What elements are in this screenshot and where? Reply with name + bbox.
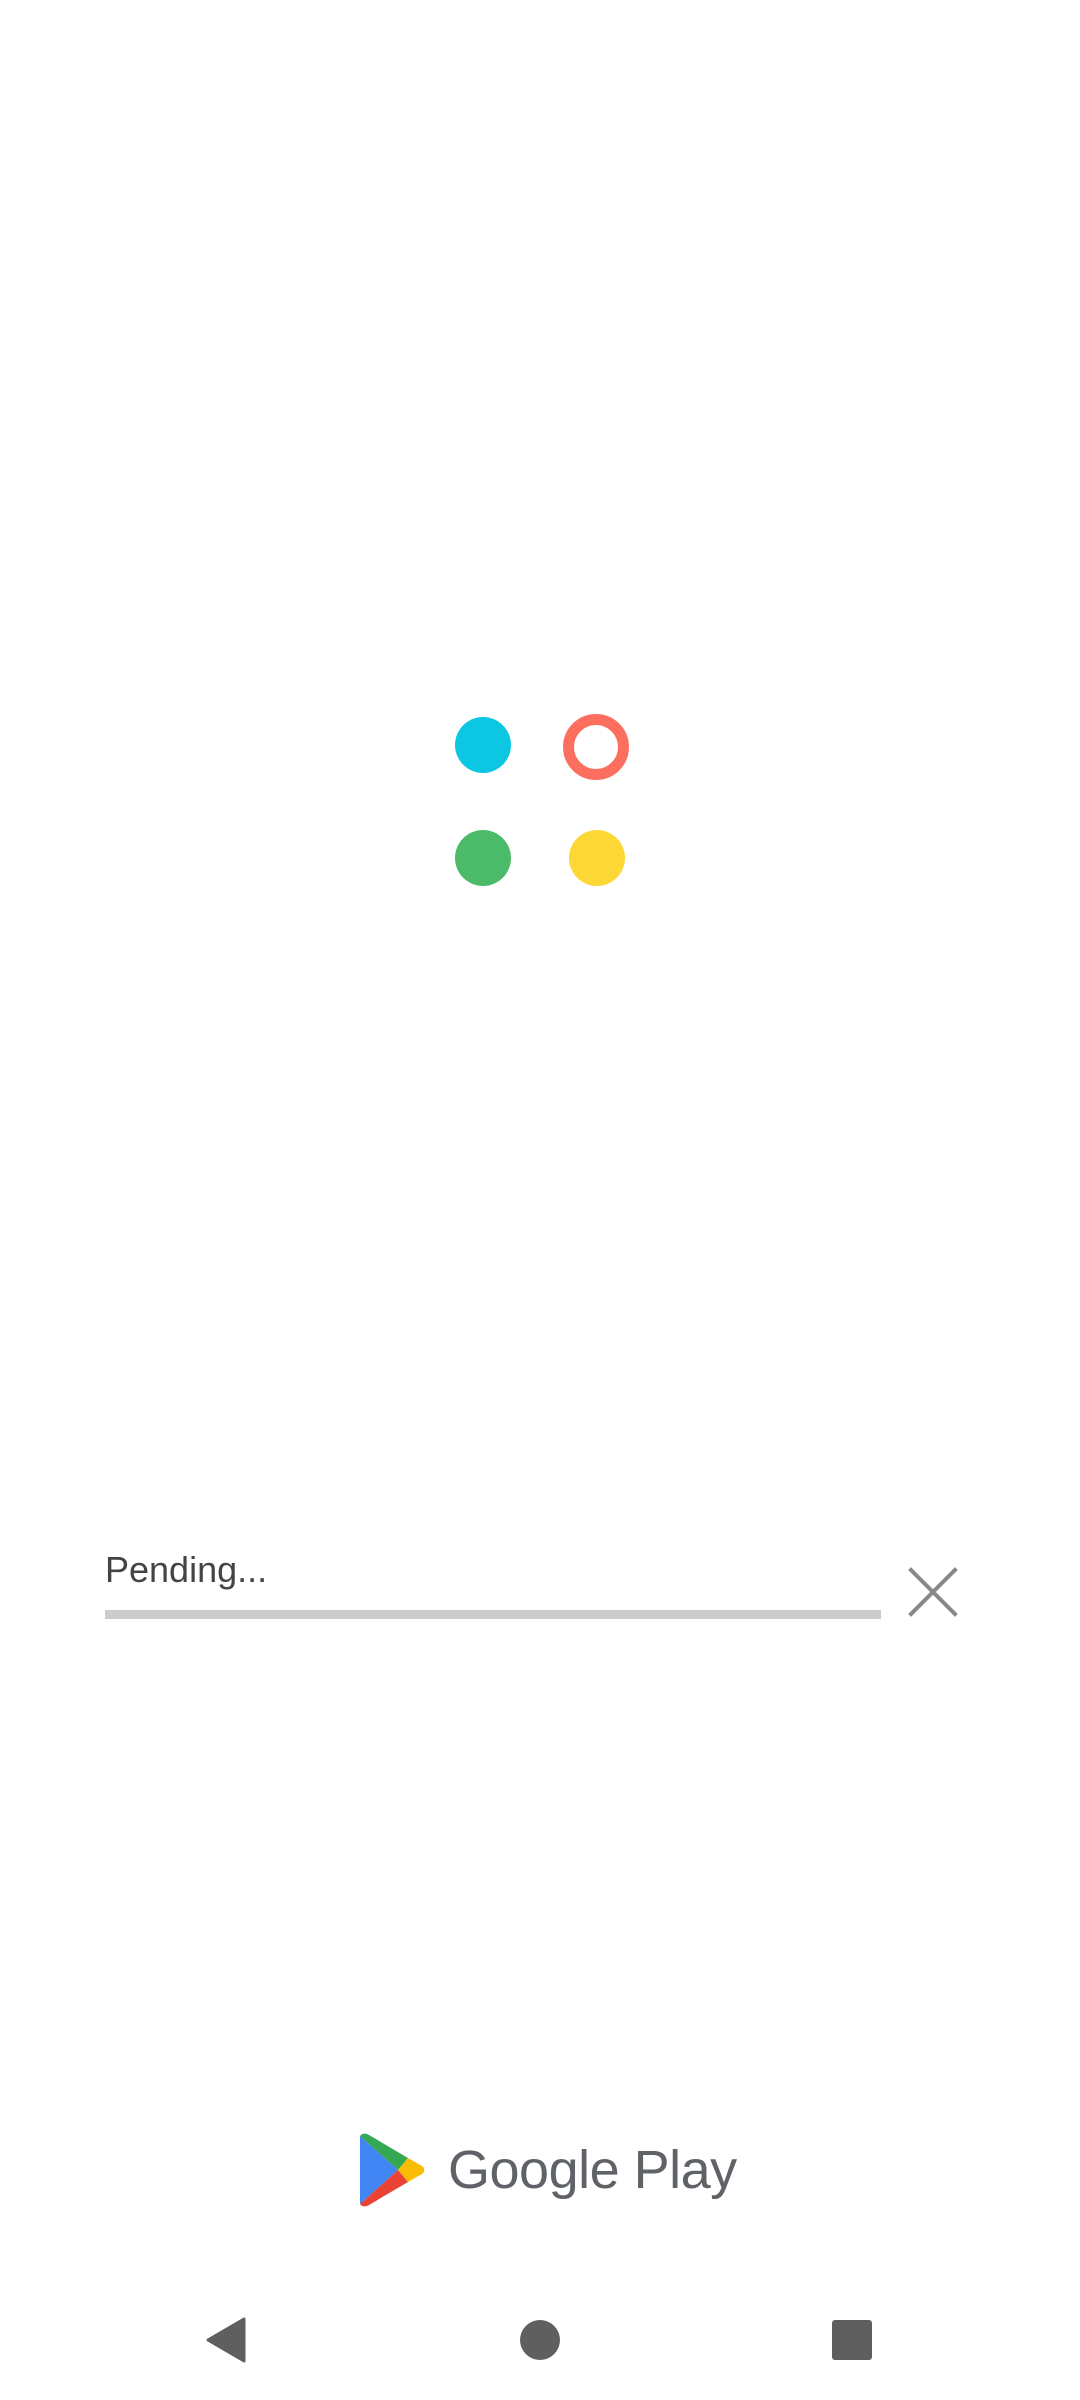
cancel-install-button[interactable] — [893, 1552, 973, 1632]
close-icon — [908, 1567, 958, 1617]
nav-home-button[interactable] — [480, 2280, 600, 2400]
app-icon-ring-top-right — [563, 714, 629, 780]
home-circle-icon — [520, 2320, 560, 2360]
install-status-text: Pending... — [105, 1549, 268, 1590]
app-icon-dot-bottom-right — [569, 830, 625, 886]
recents-square-icon — [832, 2320, 872, 2360]
progress-bar-track — [105, 1610, 881, 1619]
google-play-wordmark: Google Play — [448, 2140, 737, 2200]
app-icon — [448, 710, 638, 900]
system-navigation-bar — [0, 2280, 1080, 2400]
nav-back-button[interactable] — [166, 2280, 286, 2400]
app-icon-dot-top-left — [455, 717, 511, 773]
google-play-logo-icon — [360, 2133, 425, 2207]
app-icon-dot-bottom-left — [455, 830, 511, 886]
google-play-branding: Google Play — [358, 2130, 737, 2210]
nav-recents-button[interactable] — [792, 2280, 912, 2400]
install-progress: Pending... — [105, 1540, 885, 1619]
back-triangle-icon — [206, 2317, 246, 2363]
